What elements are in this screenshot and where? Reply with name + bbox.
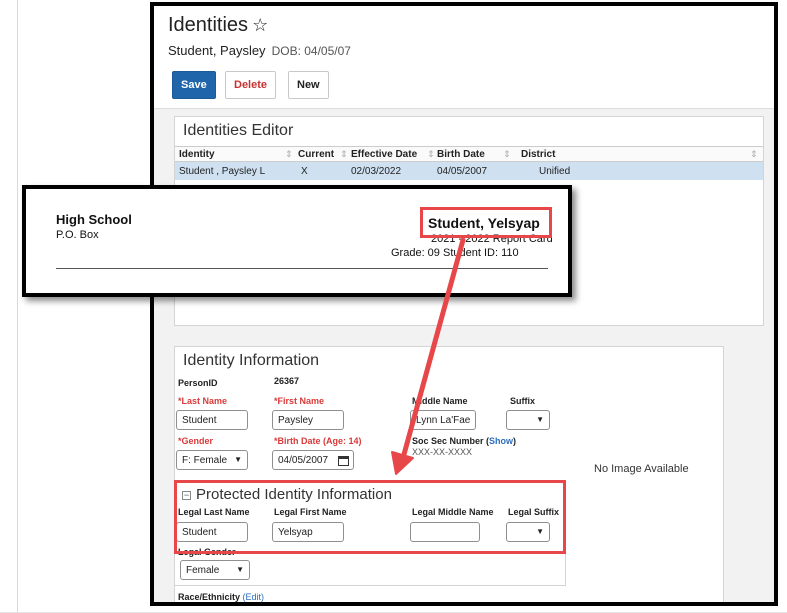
sort-icon[interactable]: ⇕: [750, 149, 758, 160]
birth-date-input[interactable]: 04/05/2007: [272, 450, 354, 470]
suffix-select[interactable]: ▼: [506, 410, 550, 430]
grid-header: Identity ⇕ Current ⇕ Effective Date ⇕ Bi…: [175, 146, 763, 162]
first-name-label: *First Name: [274, 396, 325, 406]
ssn-label-text: Soc Sec Number (: [412, 436, 490, 446]
row-birth-date: 04/05/2007: [437, 166, 488, 177]
chevron-down-icon: ▼: [234, 455, 242, 464]
save-button[interactable]: Save: [172, 71, 216, 99]
row-identity: Student , Paysley L: [179, 166, 266, 177]
last-name-label: *Last Name: [178, 396, 228, 406]
ssn-label-close: ): [513, 436, 517, 446]
gender-value: F: Female: [182, 455, 228, 466]
school-address: P.O. Box: [56, 229, 99, 241]
protected-highlight-box: [174, 480, 566, 554]
new-button[interactable]: New: [288, 71, 329, 99]
report-card-callout: High School P.O. Box 2021 - 2022 Report …: [22, 185, 572, 297]
col-district[interactable]: District: [521, 149, 555, 160]
sort-icon[interactable]: ⇕: [340, 149, 348, 160]
ssn-show-link[interactable]: Show: [489, 436, 513, 446]
calendar-icon[interactable]: [338, 455, 349, 466]
col-identity[interactable]: Identity: [179, 149, 215, 160]
row-effective-date: 02/03/2022: [351, 166, 402, 177]
page-title: Identities ☆: [168, 14, 268, 37]
table-row[interactable]: Student , Paysley L X 02/03/2022 04/05/2…: [175, 162, 763, 180]
personid-value: 26367: [274, 376, 300, 386]
middle-name-label: Middle Name: [412, 396, 468, 406]
chevron-down-icon: ▼: [536, 415, 544, 424]
page-title-text: Identities: [168, 14, 249, 36]
col-effective-date[interactable]: Effective Date: [351, 149, 417, 160]
col-birth-date[interactable]: Birth Date: [437, 149, 485, 160]
gender-label: *Gender: [178, 436, 214, 446]
star-icon[interactable]: ☆: [252, 15, 268, 35]
school-name: High School: [56, 212, 132, 227]
last-name-input[interactable]: Student: [176, 410, 248, 430]
identities-screenshot: Identities ☆ Student, Paysley DOB: 04/05/0…: [150, 2, 778, 606]
personid-label: PersonID: [178, 378, 218, 388]
ssn-label: Soc Sec Number (Show): [412, 436, 516, 446]
ssn-value: XXX-XX-XXXX: [412, 447, 473, 457]
report-divider: [56, 268, 548, 269]
editor-title: Identities Editor: [183, 122, 294, 139]
sort-icon[interactable]: ⇕: [427, 149, 435, 160]
col-current[interactable]: Current: [298, 149, 334, 160]
identity-info-title: Identity Information: [183, 352, 320, 369]
row-district: Unified: [539, 166, 571, 177]
student-subtitle: Student, Paysley DOB: 04/05/07: [168, 43, 351, 58]
name-highlight-box: [420, 207, 552, 238]
gender-select[interactable]: F: Female ▼: [176, 450, 248, 470]
legal-gender-select[interactable]: Female ▼: [180, 560, 250, 580]
page-header: Identities ☆ Student, Paysley DOB: 04/05/0…: [154, 6, 774, 109]
birth-date-value: 04/05/2007: [278, 455, 329, 466]
left-divider: [17, 0, 18, 613]
grade-student-id: Grade: 09 Student ID: 110: [391, 247, 519, 259]
student-dob: DOB: 04/05/07: [271, 44, 351, 58]
student-name: Student, Paysley: [168, 43, 266, 58]
no-image-text: No Image Available: [594, 463, 689, 475]
race-edit-link[interactable]: (Edit): [243, 592, 265, 602]
sort-icon[interactable]: ⇕: [503, 149, 511, 160]
birth-date-label: *Birth Date (Age: 14): [274, 436, 362, 446]
row-current: X: [301, 166, 308, 177]
middle-name-input[interactable]: Lynn La'Fae: [410, 410, 476, 430]
race-label-text: Race/Ethnicity: [178, 592, 241, 602]
sort-icon[interactable]: ⇕: [285, 149, 293, 160]
suffix-label: Suffix: [510, 396, 536, 406]
chevron-down-icon: ▼: [236, 565, 244, 574]
race-ethnicity-label: Race/Ethnicity (Edit): [178, 592, 264, 602]
delete-button[interactable]: Delete: [225, 71, 277, 99]
first-name-input[interactable]: Paysley: [272, 410, 344, 430]
legal-gender-value: Female: [186, 565, 220, 576]
